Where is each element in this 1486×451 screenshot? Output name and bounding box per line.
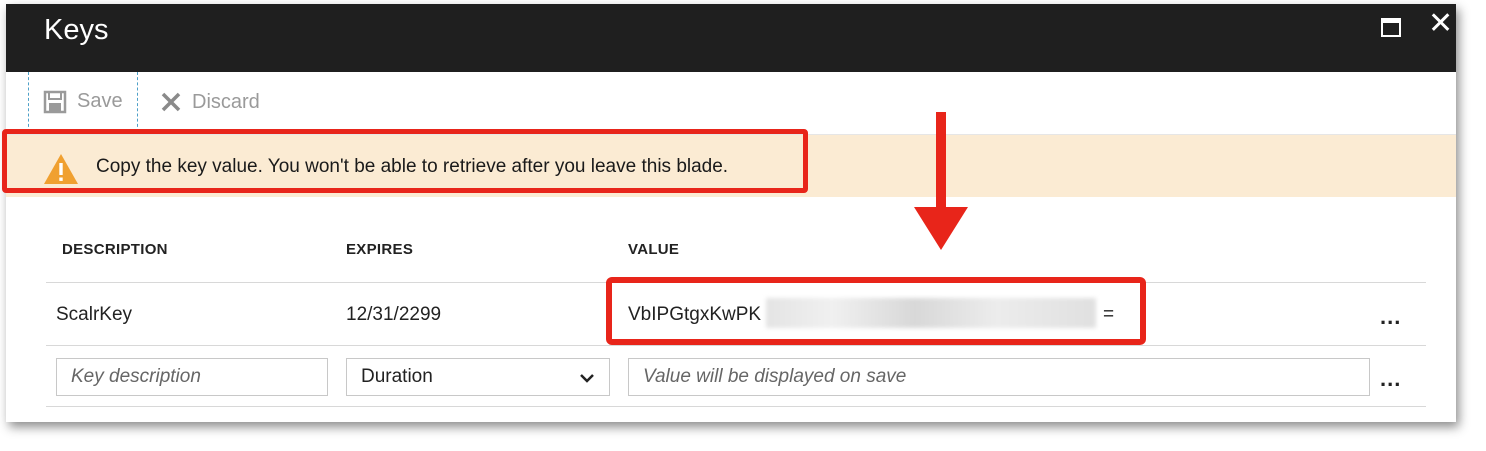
toolbar: Save Discard — [6, 72, 1456, 135]
discard-button[interactable]: Discard — [156, 72, 260, 132]
row-more-button[interactable]: ... — [1380, 304, 1401, 330]
header-description: DESCRIPTION — [62, 241, 168, 258]
duration-select[interactable]: Duration — [346, 358, 610, 396]
arrow-down-icon — [914, 112, 968, 250]
banner-highlight — [2, 129, 808, 193]
bottom-divider — [46, 406, 1426, 407]
key-expires: 12/31/2299 — [346, 304, 442, 325]
title-bar: Keys ✕ — [6, 4, 1456, 72]
keys-blade: Keys ✕ Save Discard Copy the key value. … — [6, 4, 1456, 422]
duration-selected: Duration — [361, 366, 433, 387]
header-expires: EXPIRES — [346, 241, 414, 258]
save-label: Save — [77, 90, 123, 112]
close-icon[interactable]: ✕ — [1428, 9, 1453, 39]
chevron-down-icon — [580, 374, 594, 383]
save-icon — [43, 90, 67, 113]
row-divider — [46, 345, 1426, 346]
discard-icon — [161, 92, 181, 112]
new-row-more-button[interactable]: ... — [1380, 366, 1401, 392]
maximize-icon[interactable] — [1381, 18, 1401, 37]
key-description: ScalrKey — [56, 304, 133, 325]
discard-label: Discard — [192, 90, 260, 113]
key-description-field[interactable]: Key description — [56, 358, 328, 396]
value-highlight — [606, 277, 1146, 345]
header-value: VALUE — [628, 241, 680, 258]
value-field[interactable]: Value will be displayed on save — [628, 358, 1370, 396]
save-button[interactable]: Save — [28, 72, 138, 132]
page-title: Keys — [44, 14, 109, 46]
